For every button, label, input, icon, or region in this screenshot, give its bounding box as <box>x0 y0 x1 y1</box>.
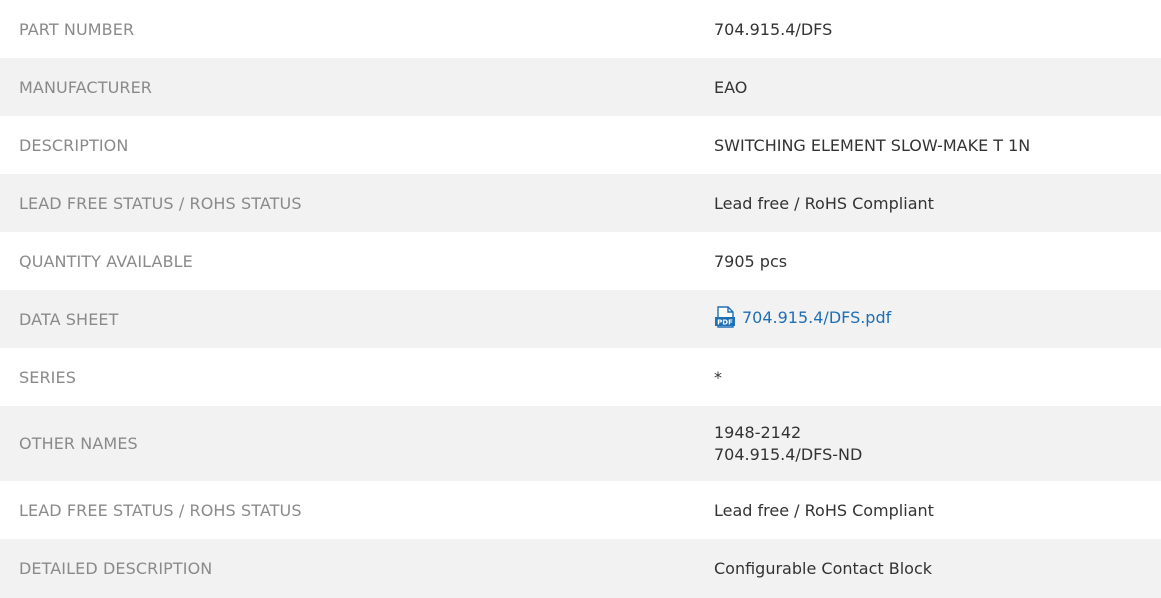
spec-label: LEAD FREE STATUS / ROHS STATUS <box>19 500 302 520</box>
spec-value: Configurable Contact Block <box>714 559 932 578</box>
spec-row-rohs-status: LEAD FREE STATUS / ROHS STATUS Lead free… <box>0 174 1161 232</box>
spec-label: PART NUMBER <box>19 19 135 39</box>
spec-value: SWITCHING ELEMENT SLOW-MAKE T 1N <box>714 135 1031 155</box>
spec-row-detailed-description: DETAILED DESCRIPTION Configurable Contac… <box>0 539 1161 598</box>
spec-value-other-names: 1948-2142 704.915.4/DFS-ND <box>714 406 1161 481</box>
spec-row-data-sheet: DATA SHEET PDF 704.915.4/DFS.pdf <box>0 290 1161 348</box>
spec-value: Lead free / RoHS Compliant <box>714 193 934 213</box>
spec-label: DETAILED DESCRIPTION <box>19 559 213 578</box>
spec-label: MANUFACTURER <box>19 77 153 97</box>
spec-row-quantity-available: QUANTITY AVAILABLE 7905 pcs <box>0 232 1161 290</box>
spec-value: * <box>714 367 722 387</box>
spec-row-manufacturer: MANUFACTURER EAO <box>0 58 1161 116</box>
spec-row-rohs-status-2: LEAD FREE STATUS / ROHS STATUS Lead free… <box>0 481 1161 539</box>
spec-row-description: DESCRIPTION SWITCHING ELEMENT SLOW-MAKE … <box>0 116 1161 174</box>
other-name: 1948-2142 <box>714 422 802 442</box>
pdf-icon: PDF <box>714 306 736 328</box>
spec-value: Lead free / RoHS Compliant <box>714 500 934 520</box>
spec-label: LEAD FREE STATUS / ROHS STATUS <box>19 193 302 213</box>
spec-row-series: SERIES * <box>0 348 1161 406</box>
spec-value: EAO <box>714 77 748 97</box>
spec-label: QUANTITY AVAILABLE <box>19 251 193 271</box>
spec-label: DATA SHEET <box>19 309 119 329</box>
svg-text:PDF: PDF <box>717 319 733 327</box>
spec-value: 704.915.4/DFS <box>714 19 833 39</box>
datasheet-pdf-link[interactable]: PDF 704.915.4/DFS.pdf <box>714 306 891 328</box>
other-name: 704.915.4/DFS-ND <box>714 444 863 464</box>
spec-row-other-names: OTHER NAMES 1948-2142 704.915.4/DFS-ND <box>0 406 1161 481</box>
product-spec-table: PART NUMBER 704.915.4/DFS MANUFACTURER E… <box>0 0 1161 598</box>
spec-label: DESCRIPTION <box>19 135 129 155</box>
spec-label: SERIES <box>19 367 76 387</box>
spec-value-datasheet: PDF 704.915.4/DFS.pdf <box>714 290 1161 348</box>
spec-value: 7905 pcs <box>714 251 788 271</box>
datasheet-link-text[interactable]: 704.915.4/DFS.pdf <box>742 308 891 327</box>
spec-label: OTHER NAMES <box>19 434 138 453</box>
spec-row-part-number: PART NUMBER 704.915.4/DFS <box>0 0 1161 58</box>
